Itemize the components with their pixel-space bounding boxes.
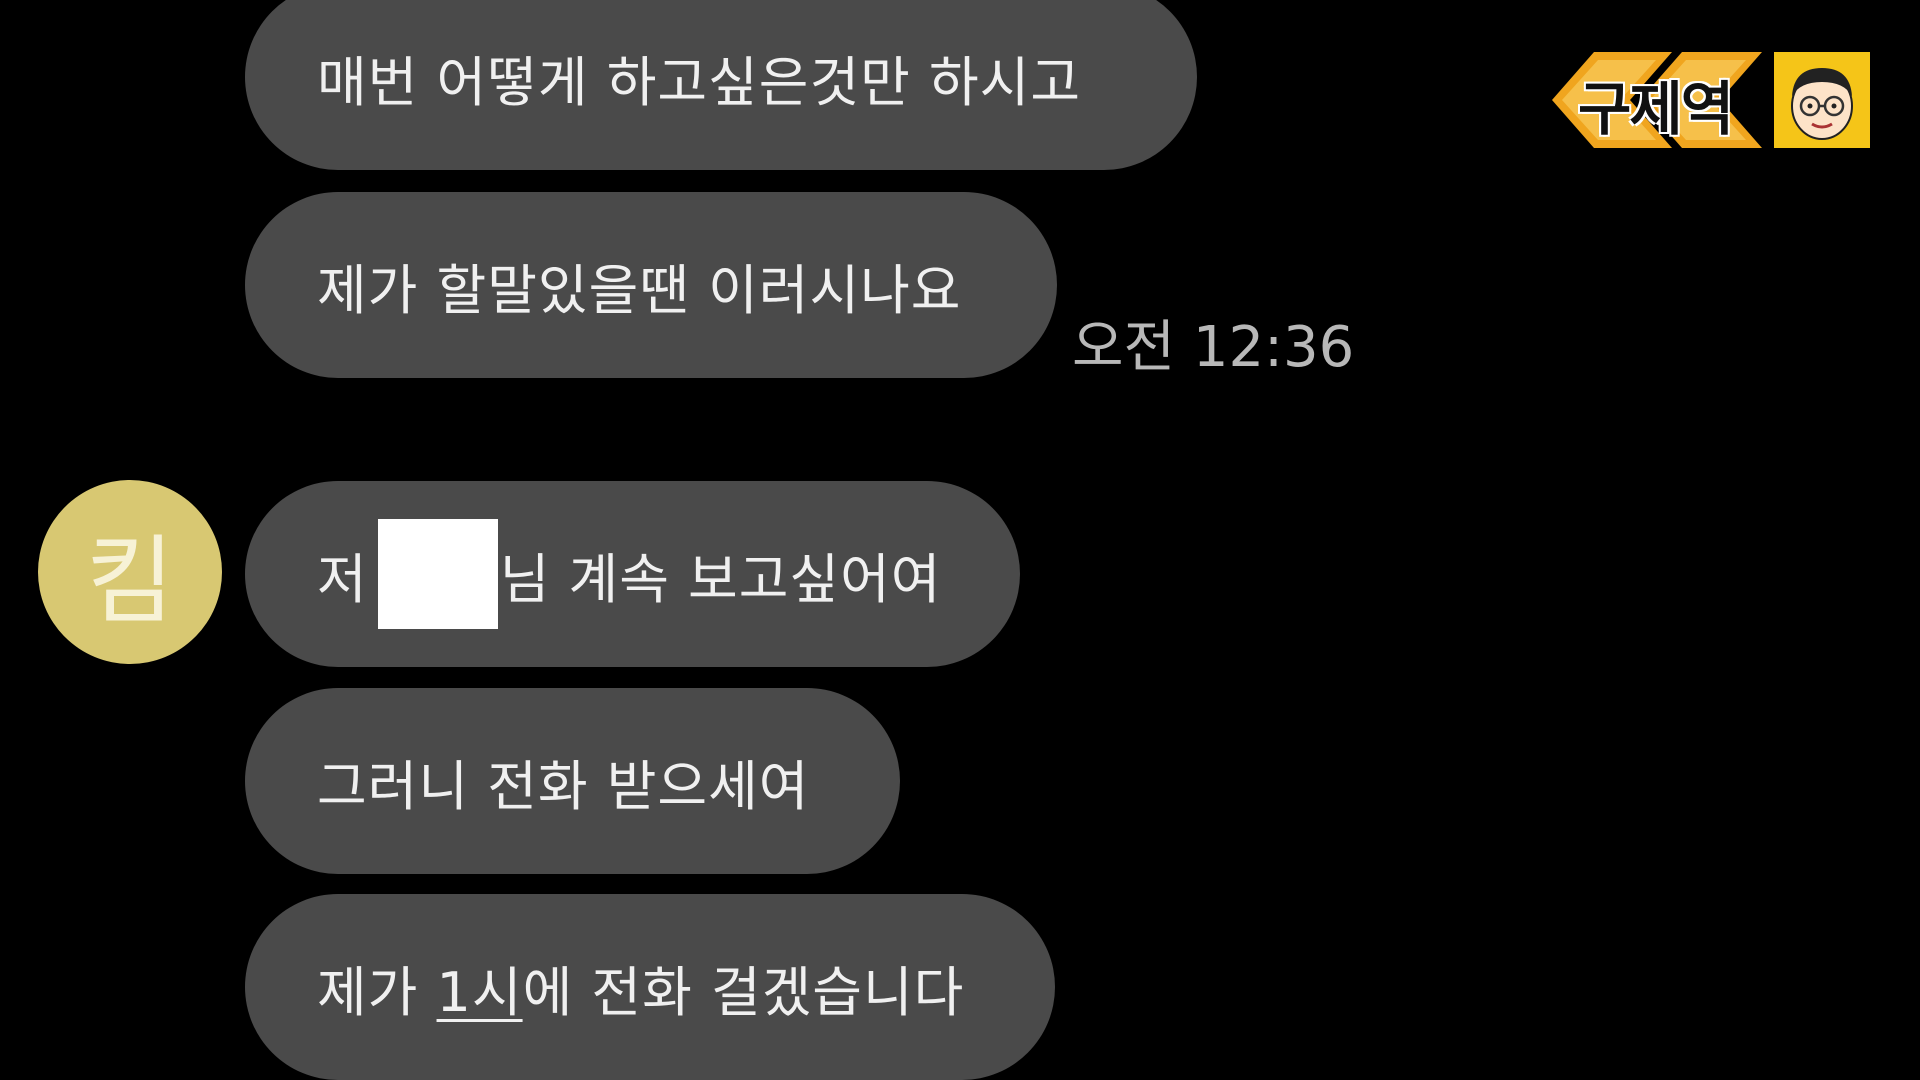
message-bubble[interactable]: 제가 할말있을땐 이러시나요 — [245, 192, 1057, 378]
message-bubble[interactable]: 저 님 계속 보고싶어여 — [245, 481, 1020, 667]
avatar-initial: 킴 — [85, 524, 175, 637]
channel-logo: 구제역 — [1552, 52, 1872, 148]
message-text: 제가 할말있을땐 이러시나요 — [317, 258, 962, 322]
message-text-suffix: 님 계속 보고싶어여 — [499, 547, 942, 611]
message-text: 그러니 전화 받으세여 — [317, 754, 810, 818]
message-bubble[interactable]: 제가 1시 에 전화 걸겠습니다 — [245, 894, 1055, 1080]
message-text-prefix: 저 — [317, 547, 368, 611]
message-timestamp: 오전 12:36 — [1072, 315, 1355, 380]
logo-text: 구제역 — [1578, 75, 1734, 143]
chat-screen: 매번 어떻게 하고싶은것만 하시고 제가 할말있을땐 이러시나요 오전 12:3… — [0, 0, 1920, 1080]
message-bubble[interactable]: 그러니 전화 받으세여 — [245, 688, 900, 874]
face-icon — [1774, 52, 1870, 148]
message-bubble[interactable]: 매번 어떻게 하고싶은것만 하시고 — [245, 0, 1197, 170]
message-text-suffix: 에 전화 걸겠습니다 — [522, 960, 965, 1024]
message-text-prefix: 제가 — [317, 960, 437, 1024]
message-text: 매번 어떻게 하고싶은것만 하시고 — [317, 50, 1082, 114]
time-link[interactable]: 1시 — [437, 948, 523, 1027]
sender-avatar[interactable]: 킴 — [38, 480, 222, 664]
redaction-box — [377, 519, 498, 629]
